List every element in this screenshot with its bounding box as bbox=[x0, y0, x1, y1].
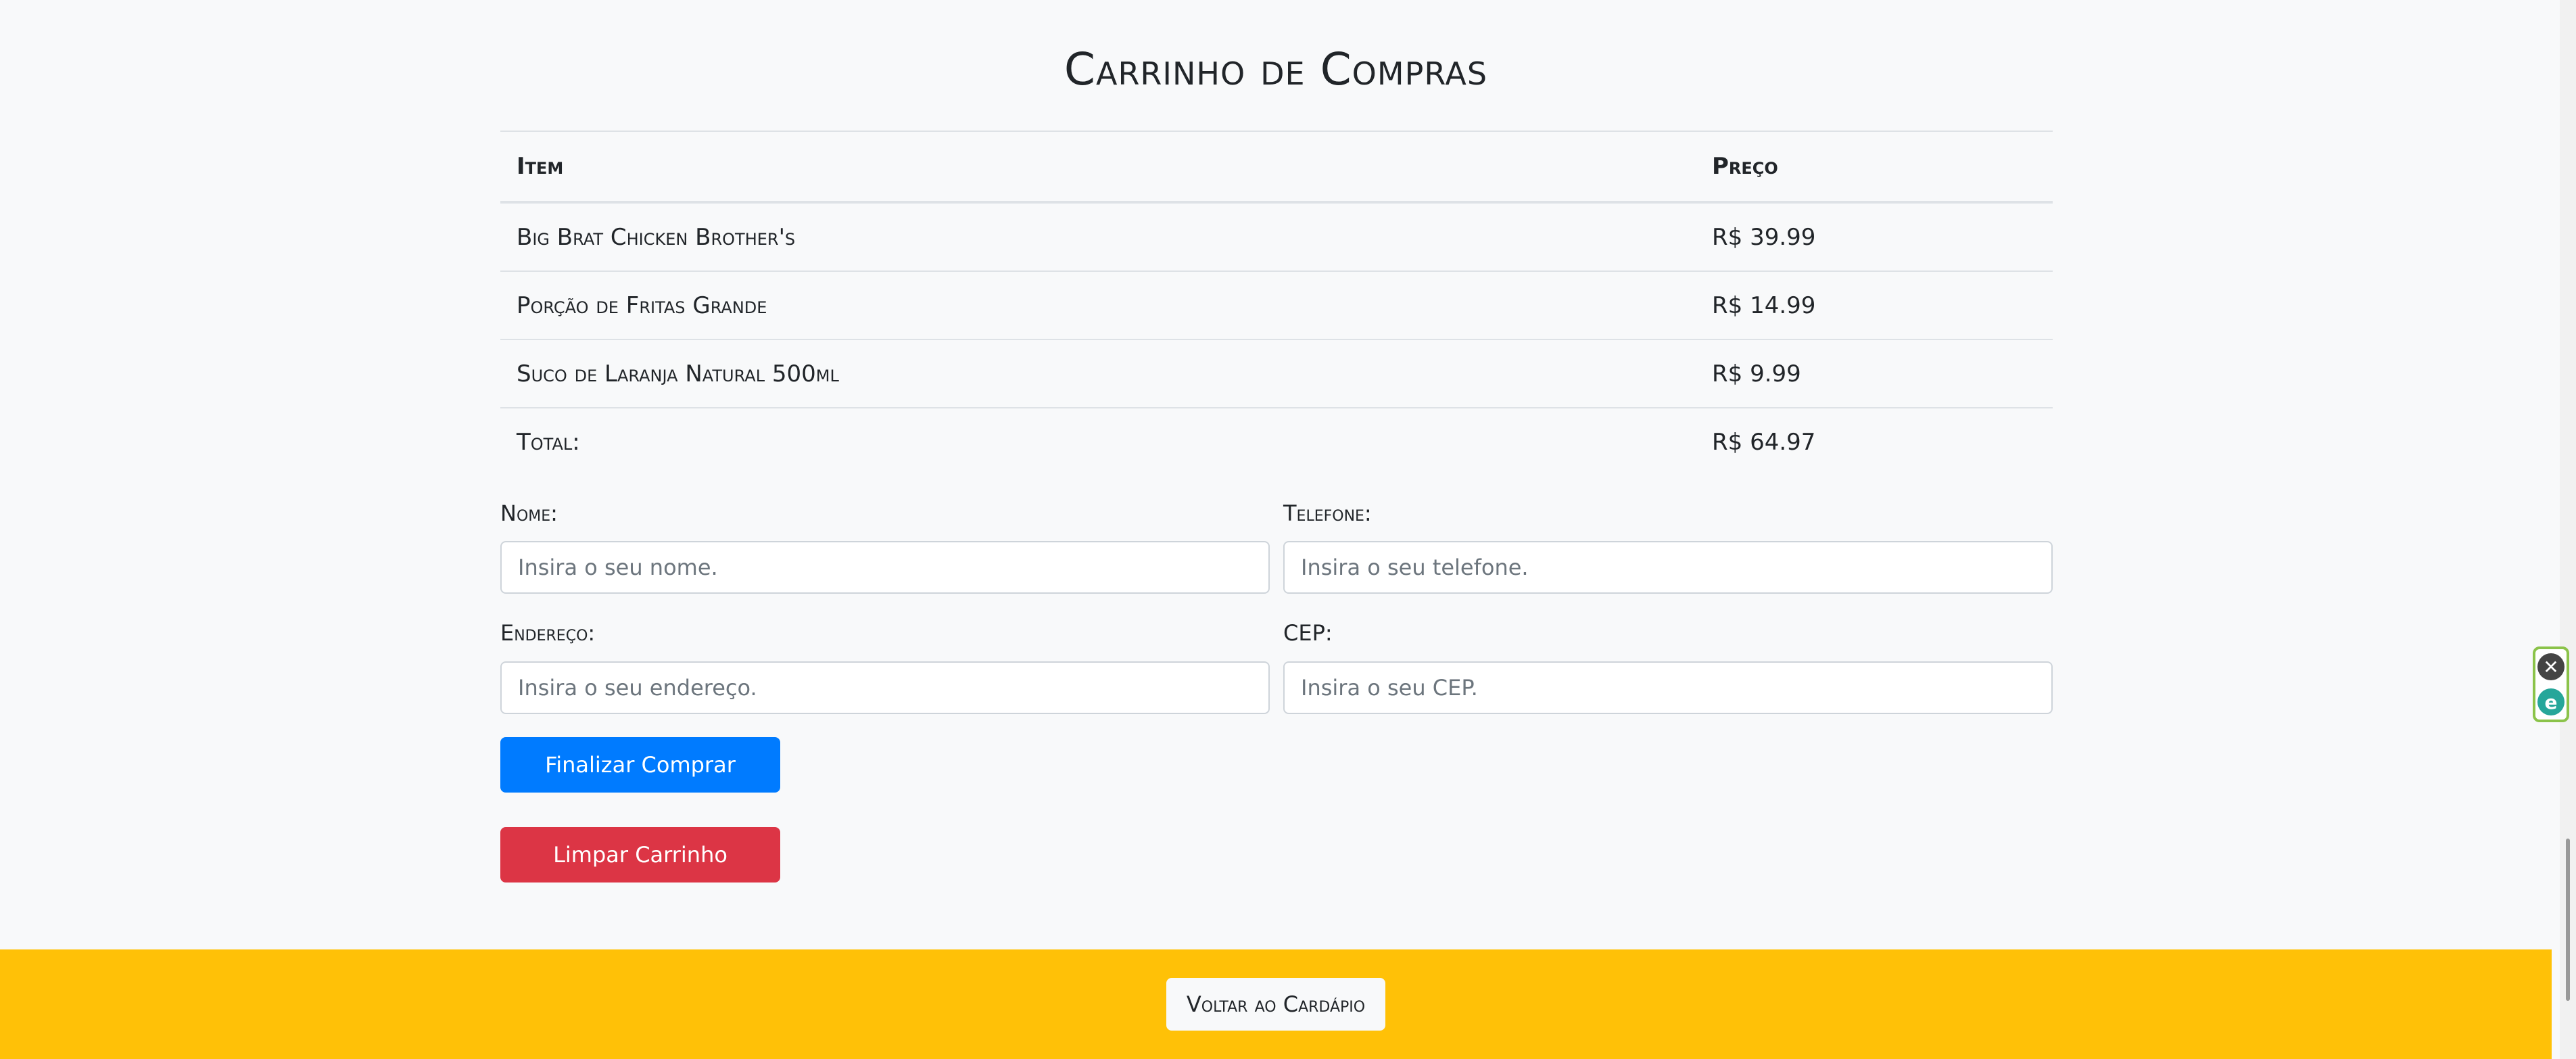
table-row: Big Brat Chicken Brother's R$ 39.99 bbox=[500, 202, 2053, 271]
header-price: Preço bbox=[1696, 131, 2053, 204]
item-name: Suco de Laranja Natural 500ml bbox=[500, 339, 1696, 408]
item-price: R$ 9.99 bbox=[1696, 339, 2053, 408]
close-icon[interactable]: ✕ bbox=[2537, 653, 2565, 680]
nome-input[interactable] bbox=[500, 541, 1270, 594]
table-header-row: Item Preço bbox=[500, 131, 2053, 204]
total-value: R$ 64.97 bbox=[1696, 407, 2053, 475]
item-price: R$ 14.99 bbox=[1696, 270, 2053, 339]
telefone-label: Telefone: bbox=[1283, 500, 1372, 526]
endereco-label: Endereço: bbox=[500, 620, 596, 646]
scrollbar-thumb[interactable] bbox=[2566, 839, 2570, 1001]
limpar-carrinho-button[interactable]: Limpar Carrinho bbox=[500, 827, 780, 883]
page-title: Carrinho de Compras bbox=[1064, 43, 1488, 95]
item-name: Big Brat Chicken Brother's bbox=[500, 202, 1696, 271]
table-row: Suco de Laranja Natural 500ml R$ 9.99 bbox=[500, 339, 2053, 408]
footer: Voltar ao Cardápio bbox=[0, 949, 2552, 1059]
telefone-input[interactable] bbox=[1283, 541, 2053, 594]
item-name: Porção de Fritas Grande bbox=[500, 270, 1696, 339]
cep-label: CEP: bbox=[1283, 620, 1333, 646]
extension-e-icon[interactable]: e bbox=[2537, 688, 2565, 715]
table-row: Porção de Fritas Grande R$ 14.99 bbox=[500, 270, 2053, 339]
header-item: Item bbox=[500, 131, 1696, 204]
finalizar-compra-button[interactable]: Finalizar Comprar bbox=[500, 737, 780, 793]
item-price: R$ 39.99 bbox=[1696, 202, 2053, 271]
cart-table: Item Preço Big Brat Chicken Brother's R$… bbox=[500, 131, 2053, 475]
endereco-input[interactable] bbox=[500, 661, 1270, 714]
voltar-cardapio-button[interactable]: Voltar ao Cardápio bbox=[1166, 978, 1386, 1031]
total-label: Total: bbox=[500, 407, 1696, 475]
total-row: Total: R$ 64.97 bbox=[500, 407, 2053, 475]
nome-label: Nome: bbox=[500, 500, 558, 526]
extension-widget: ✕ e bbox=[2533, 646, 2569, 722]
cep-input[interactable] bbox=[1283, 661, 2053, 714]
